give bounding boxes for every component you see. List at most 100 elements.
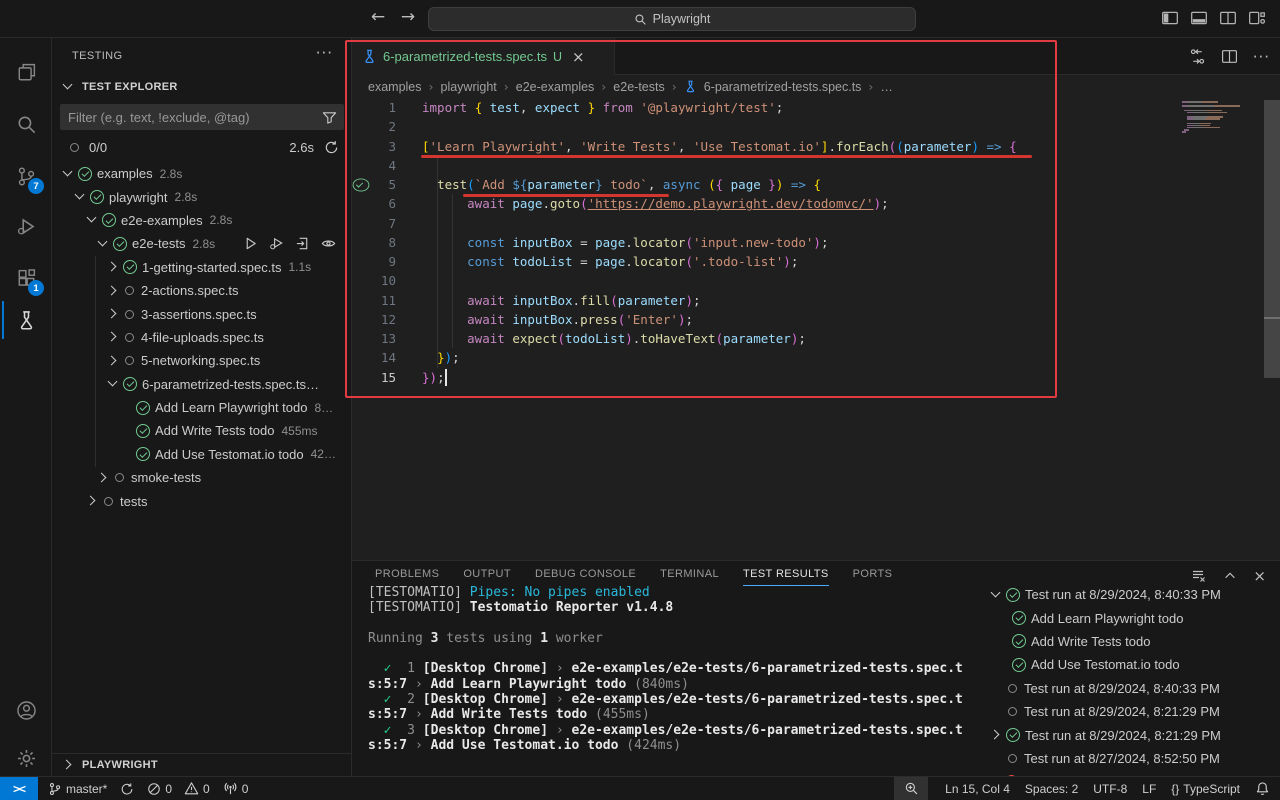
- chevron-down-icon[interactable]: [988, 587, 1004, 603]
- code-line[interactable]: 6 await page.goto('https://demo.playwrig…: [352, 194, 1280, 213]
- chevron-right-icon[interactable]: [105, 329, 121, 345]
- test-run-item[interactable]: Test run at 8/29/2024, 8:21:29 PM: [982, 700, 1280, 723]
- code-line[interactable]: 14 });: [352, 348, 1280, 367]
- language-mode[interactable]: {} TypeScript: [1171, 782, 1240, 796]
- test-run-item[interactable]: Test run at 8/29/2024, 8:40:33 PM: [982, 583, 1280, 606]
- toggle-panel-bottom-icon[interactable]: [1190, 9, 1208, 27]
- test-explorer-section-header[interactable]: TEST EXPLORER: [52, 76, 178, 98]
- accounts-icon[interactable]: [2, 690, 50, 730]
- test-tree-item[interactable]: 5-networking.spec.ts: [52, 349, 351, 372]
- explorer-icon[interactable]: [2, 52, 50, 92]
- test-run-item[interactable]: Test run at 8/27/2024, 8:52:50 PM: [982, 747, 1280, 770]
- chevron-down-icon[interactable]: [105, 376, 121, 392]
- customize-layout-icon[interactable]: [1248, 9, 1266, 27]
- code-line[interactable]: 7: [352, 214, 1280, 233]
- maximize-panel-icon[interactable]: [1223, 569, 1237, 583]
- panel-tab-ports[interactable]: PORTS: [853, 568, 893, 586]
- panel-tab-debug-console[interactable]: DEBUG CONSOLE: [535, 568, 636, 586]
- watch-test-icon[interactable]: [321, 236, 337, 252]
- breadcrumb-item[interactable]: e2e-tests: [613, 80, 664, 94]
- breadcrumb-more[interactable]: …: [880, 80, 893, 94]
- code-line[interactable]: 5 test(`Add ${parameter} todo`, async ({…: [352, 175, 1280, 194]
- breadcrumb[interactable]: examples›playwright›e2e-examples›e2e-tes…: [352, 75, 1280, 98]
- test-tree-item[interactable]: Add Write Tests todo455ms: [52, 419, 351, 442]
- code-line[interactable]: 3['Learn Playwright', 'Write Tests', 'Us…: [352, 137, 1280, 156]
- chevron-down-icon[interactable]: [84, 212, 100, 228]
- test-tree-item[interactable]: Add Learn Playwright todo8…: [52, 396, 351, 419]
- command-center-search[interactable]: Playwright: [428, 7, 916, 31]
- back-arrow-icon[interactable]: ←: [366, 7, 390, 27]
- code-line[interactable]: 2: [352, 117, 1280, 136]
- test-run-item[interactable]: Add Learn Playwright todo: [982, 606, 1280, 629]
- test-tree-item[interactable]: 6-parametrized-tests.spec.ts…: [52, 373, 351, 396]
- more-actions-icon[interactable]: ···: [316, 44, 333, 62]
- go-to-test-icon[interactable]: [295, 236, 311, 252]
- testing-icon[interactable]: [2, 300, 50, 340]
- ports-item[interactable]: 0: [223, 781, 249, 796]
- chevron-right-icon[interactable]: [105, 353, 121, 369]
- code-line[interactable]: 1import { test, expect } from '@playwrig…: [352, 98, 1280, 117]
- code-line[interactable]: 9 const todoList = page.locator('.todo-l…: [352, 252, 1280, 271]
- refresh-tests-icon[interactable]: [324, 140, 339, 155]
- extensions-icon[interactable]: 1: [2, 258, 50, 298]
- playwright-section-header[interactable]: PLAYWRIGHT: [52, 753, 351, 776]
- test-tree-item[interactable]: tests: [52, 489, 351, 512]
- chevron-right-icon[interactable]: [105, 259, 121, 275]
- run-test-icon[interactable]: [243, 236, 259, 252]
- panel-tab-problems[interactable]: PROBLEMS: [375, 568, 439, 586]
- test-tree-item[interactable]: playwright2.8s: [52, 185, 351, 208]
- chevron-right-icon[interactable]: [105, 283, 121, 299]
- indentation[interactable]: Spaces: 2: [1025, 782, 1078, 796]
- chevron-down-icon[interactable]: [95, 236, 111, 252]
- chevron-down-icon[interactable]: [60, 166, 76, 182]
- remote-indicator[interactable]: ><: [0, 777, 38, 800]
- code-area[interactable]: 1import { test, expect } from '@playwrig…: [352, 98, 1280, 387]
- breadcrumb-item[interactable]: examples: [368, 80, 422, 94]
- settings-gear-icon[interactable]: [2, 738, 50, 778]
- test-tree-item[interactable]: Add Use Testomat.io todo42…: [52, 443, 351, 466]
- test-run-item[interactable]: Test run at 8/29/2024, 8:40:33 PM: [982, 677, 1280, 700]
- run-debug-icon[interactable]: [2, 206, 50, 246]
- chevron-right-icon[interactable]: [988, 727, 1004, 743]
- code-line[interactable]: 15});: [352, 368, 1280, 387]
- eol-sequence[interactable]: LF: [1142, 782, 1156, 796]
- breadcrumb-file[interactable]: 6-parametrized-tests.spec.ts: [704, 80, 862, 94]
- test-run-item[interactable]: Test run at 8/29/2024, 8:21:29 PM: [982, 723, 1280, 746]
- clear-output-icon[interactable]: [1191, 568, 1207, 584]
- search-sidebar-icon[interactable]: [2, 104, 50, 144]
- chevron-down-icon[interactable]: [72, 189, 88, 205]
- code-line[interactable]: 13 await expect(todoList).toHaveText(par…: [352, 329, 1280, 348]
- code-line[interactable]: 8 const inputBox = page.locator('input.n…: [352, 233, 1280, 252]
- code-line[interactable]: 10: [352, 271, 1280, 290]
- source-control-icon[interactable]: 7: [2, 156, 50, 196]
- encoding[interactable]: UTF-8: [1093, 782, 1127, 796]
- chevron-right-icon[interactable]: [84, 493, 100, 509]
- gutter-test-passed-icon[interactable]: [353, 178, 370, 191]
- zoom-indicator[interactable]: [894, 777, 928, 800]
- test-tree-item[interactable]: 1-getting-started.spec.ts1.1s: [52, 256, 351, 279]
- test-run-item[interactable]: Add Write Tests todo: [982, 630, 1280, 653]
- debug-test-icon[interactable]: [269, 236, 285, 252]
- code-line[interactable]: 12 await inputBox.press('Enter');: [352, 310, 1280, 329]
- close-tab-icon[interactable]: ×: [572, 48, 585, 66]
- editor-more-actions-icon[interactable]: ···: [1253, 48, 1270, 66]
- test-tree-item[interactable]: e2e-tests2.8s: [52, 232, 351, 255]
- forward-arrow-icon[interactable]: →: [396, 7, 420, 27]
- breadcrumb-item[interactable]: playwright: [441, 80, 497, 94]
- problems-item[interactable]: 0 0: [147, 781, 209, 796]
- sync-changes-icon[interactable]: [120, 782, 134, 796]
- test-tree-item[interactable]: 2-actions.spec.ts: [52, 279, 351, 302]
- split-editor-icon[interactable]: [1221, 48, 1238, 65]
- panel-tab-terminal[interactable]: TERMINAL: [660, 568, 719, 586]
- toggle-sidebar-right-icon[interactable]: [1219, 9, 1237, 27]
- git-branch-item[interactable]: master*: [48, 782, 107, 796]
- code-line[interactable]: 4: [352, 156, 1280, 175]
- test-run-item[interactable]: Add Use Testomat.io todo: [982, 653, 1280, 676]
- filter-funnel-icon[interactable]: [322, 110, 337, 125]
- chevron-right-icon[interactable]: [105, 306, 121, 322]
- test-tree-item[interactable]: 4-file-uploads.spec.ts: [52, 326, 351, 349]
- test-results-output[interactable]: [TESTOMATIO] Pipes: No pipes enabled[TES…: [368, 585, 980, 753]
- editor-scrollbar[interactable]: [1264, 100, 1280, 378]
- test-filter-input[interactable]: [60, 110, 322, 125]
- breadcrumb-item[interactable]: e2e-examples: [516, 80, 595, 94]
